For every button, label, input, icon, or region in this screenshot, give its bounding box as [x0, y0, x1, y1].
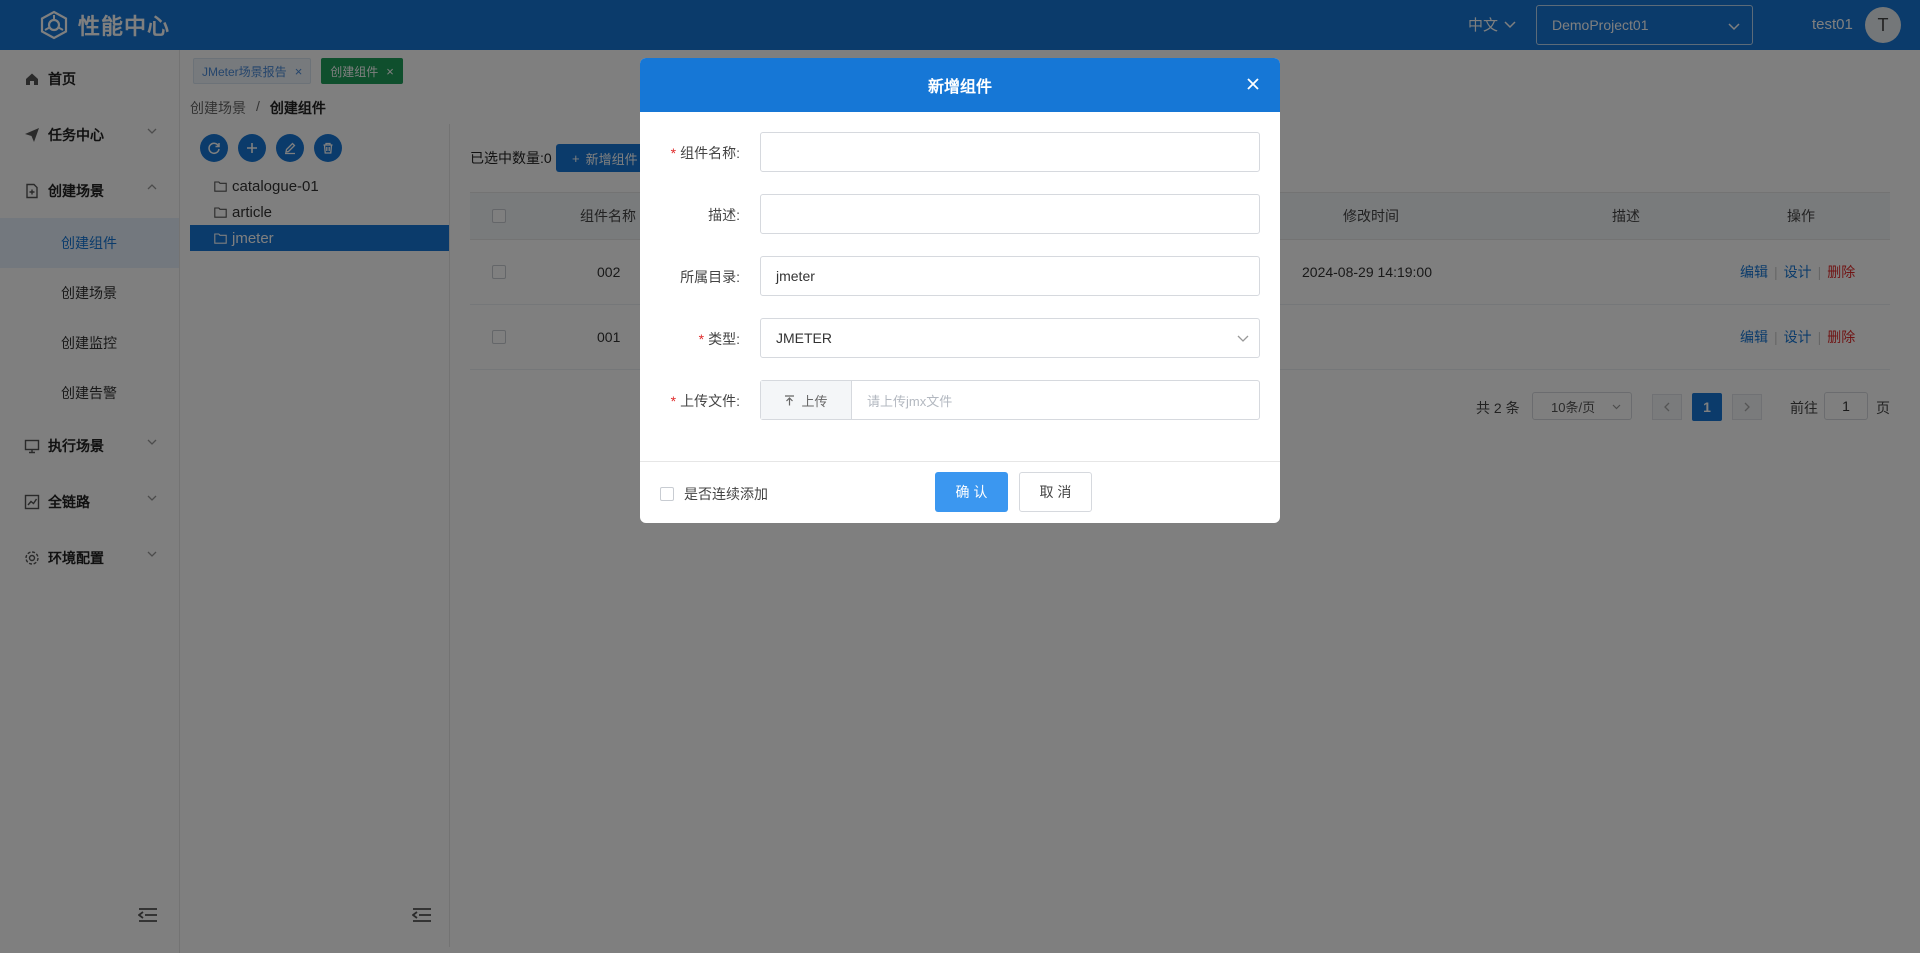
continuous-add-option[interactable]: 是否连续添加 — [660, 484, 768, 504]
chevron-down-icon — [1237, 335, 1249, 342]
close-icon[interactable] — [1246, 77, 1260, 91]
upload-file-input[interactable]: 请上传jmx文件 — [852, 381, 952, 419]
add-component-dialog: 新增组件 * 组件名称: 描述: 所属目录: jmeter * 类型: JMETER… — [640, 58, 1280, 523]
type-select[interactable]: JMETER — [760, 318, 1260, 358]
directory-input[interactable]: jmeter — [760, 256, 1260, 296]
upload-button[interactable]: 上传 — [761, 381, 852, 419]
form-row-desc: 描述: — [640, 194, 1280, 234]
dialog-footer: 是否连续添加 确 认 取 消 — [640, 461, 1280, 523]
dialog-header: 新增组件 — [640, 58, 1280, 112]
form-row-name: * 组件名称: — [640, 132, 1280, 172]
upload-file-label: * 上传文件: — [670, 393, 740, 409]
description-input[interactable] — [760, 194, 1260, 234]
description-label: 描述: — [708, 207, 740, 223]
continuous-add-checkbox[interactable] — [660, 487, 674, 501]
upload-button-label: 上传 — [801, 393, 828, 409]
form-row-file: * 上传文件: 上传 请上传jmx文件 — [640, 380, 1280, 420]
component-name-input[interactable] — [760, 132, 1260, 172]
directory-label: 所属目录: — [680, 269, 740, 285]
form-row-type: * 类型: JMETER — [640, 318, 1280, 358]
dialog-title: 新增组件 — [927, 79, 992, 96]
upload-icon — [785, 394, 795, 405]
component-name-label: * 组件名称: — [670, 145, 740, 161]
type-select-value: JMETER — [776, 330, 832, 346]
confirm-button[interactable]: 确 认 — [935, 472, 1008, 512]
upload-field: 上传 请上传jmx文件 — [760, 380, 1260, 420]
form-row-dir: 所属目录: jmeter — [640, 256, 1280, 296]
continuous-add-label: 是否连续添加 — [684, 486, 768, 502]
type-label: * 类型: — [698, 331, 740, 347]
cancel-button[interactable]: 取 消 — [1019, 472, 1092, 512]
